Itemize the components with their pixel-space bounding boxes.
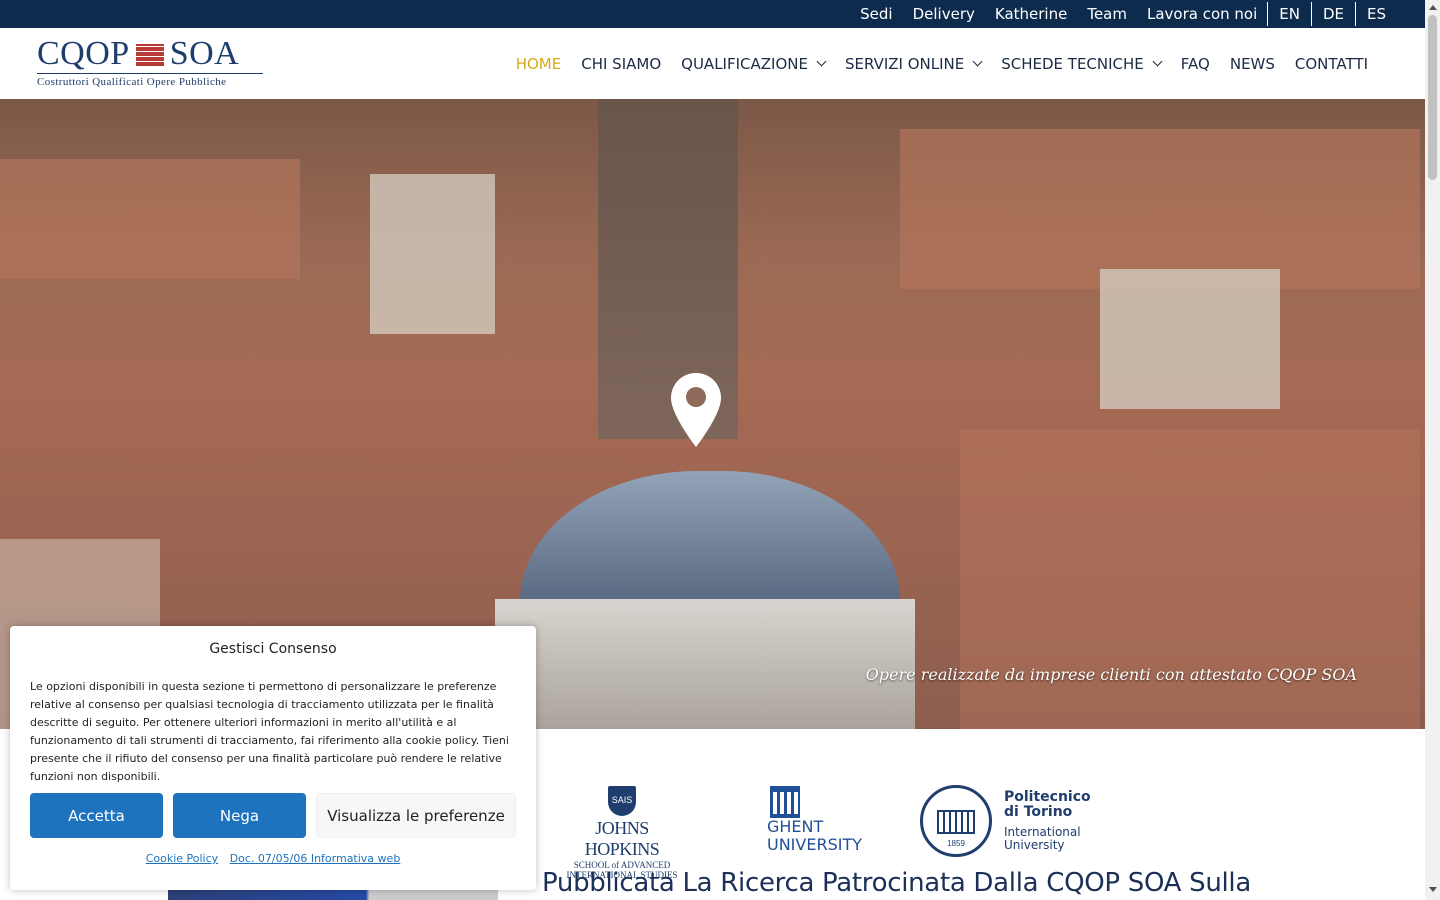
consent-title: Gestisci Consenso [209, 641, 337, 657]
top-link-lavora-con-noi[interactable]: Lavora con noi [1137, 2, 1267, 26]
nav-news[interactable]: NEWS [1220, 55, 1285, 73]
columns-icon [770, 786, 800, 818]
consent-text: Le opzioni disponibili in questa sezione… [30, 680, 509, 783]
deny-button[interactable]: Nega [173, 793, 306, 838]
building [370, 174, 495, 334]
rooftops [900, 129, 1420, 289]
nav-schede-tecniche[interactable]: SCHEDE TECNICHE [991, 55, 1171, 73]
partner-logos: SAIS JOHNS HOPKINS SCHOOL of ADVANCED IN… [545, 780, 1105, 880]
nav-news-label: NEWS [1229, 54, 1275, 73]
rooftops [960, 429, 1420, 729]
nav-qualificazione-label: QUALIFICAZIONE [681, 54, 808, 73]
politecnico-torino-logo[interactable]: 1859 Politecnico di Torino International… [920, 785, 1091, 857]
nav-home-label: HOME [515, 54, 562, 73]
nav-qualificazione[interactable]: QUALIFICAZIONE [671, 55, 835, 73]
scroll-down-arrow-icon[interactable] [1429, 887, 1437, 892]
nav-chi-siamo-label: CHI SIAMO [581, 54, 662, 73]
logo-divider [37, 73, 263, 74]
site-logo[interactable]: CQOP SOA Costruttori Qualificati Opere P… [37, 35, 265, 88]
news-headline[interactable]: Pubblicata La Ricerca Patrocinata Dalla … [542, 868, 1251, 898]
ghent-university-logo[interactable]: GHENT UNIVERSITY [767, 786, 862, 854]
polito-line-2: di Torino [1004, 804, 1073, 820]
chevron-down-icon [816, 56, 827, 67]
scroll-up-arrow-icon[interactable] [1429, 5, 1437, 10]
ghent-line-1: GHENT [767, 817, 824, 836]
top-links: Sedi Delivery Katherine Team Lavora con … [850, 0, 1397, 28]
privacy-doc-link[interactable]: Doc. 07/05/06 Informativa web [230, 852, 401, 865]
johns-hopkins-logo[interactable]: SAIS JOHNS HOPKINS SCHOOL of ADVANCED IN… [557, 786, 687, 880]
nav-contatti[interactable]: CONTATTI [1285, 55, 1378, 73]
map-pin-icon [671, 373, 721, 447]
ghent-line-2: UNIVERSITY [767, 835, 862, 854]
logo-cqop: CQOP [37, 35, 130, 72]
glass-dome [520, 471, 900, 611]
cookie-policy-link[interactable]: Cookie Policy [146, 852, 218, 865]
logo-wordmark: CQOP SOA [37, 35, 265, 72]
brick-wall-icon [135, 44, 164, 66]
polito-title: Politecnico di Torino [1004, 790, 1091, 820]
chevron-down-icon [1152, 56, 1163, 67]
polito-subtitle: International University [1004, 826, 1081, 852]
polito-seal-icon: 1859 [920, 785, 992, 857]
scrollbar-thumb[interactable] [1428, 15, 1437, 180]
sais-shield-icon: SAIS [608, 786, 636, 816]
logo-subtitle: Costruttori Qualificati Opere Pubbliche [37, 76, 227, 88]
logo-soa: SOA [169, 35, 240, 72]
jh-name: JOHNS HOPKINS [584, 818, 660, 859]
language-en[interactable]: EN [1267, 2, 1311, 26]
top-bar: Sedi Delivery Katherine Team Lavora con … [0, 0, 1425, 28]
nav-faq[interactable]: FAQ [1171, 55, 1220, 73]
nav-faq-label: FAQ [1180, 54, 1210, 73]
nav-servizi-online[interactable]: SERVIZI ONLINE [835, 55, 991, 73]
page-scrollbar[interactable] [1425, 0, 1440, 900]
cookie-consent-dialog: Gestisci Consenso Le opzioni disponibili… [10, 626, 536, 890]
nav-servizi-online-label: SERVIZI ONLINE [844, 54, 965, 73]
language-switcher: EN DE ES [1267, 2, 1397, 26]
hero-caption: Opere realizzate da imprese clienti con … [865, 665, 1357, 684]
main-nav: HOME CHI SIAMO QUALIFICAZIONE SERVIZI ON… [506, 28, 1378, 99]
language-de[interactable]: DE [1310, 2, 1355, 26]
top-link-sedi[interactable]: Sedi [850, 2, 902, 26]
polito-line-1: Politecnico [1004, 789, 1091, 805]
accept-button[interactable]: Accetta [30, 793, 163, 838]
language-es[interactable]: ES [1355, 2, 1397, 26]
view-preferences-button[interactable]: Visualizza le preferenze [316, 793, 516, 838]
top-link-katherine[interactable]: Katherine [985, 2, 1077, 26]
nav-home[interactable]: HOME [506, 55, 572, 73]
top-link-delivery[interactable]: Delivery [903, 2, 985, 26]
nav-contatti-label: CONTATTI [1294, 54, 1368, 73]
site-header: CQOP SOA Costruttori Qualificati Opere P… [0, 28, 1425, 99]
polito-line-4: University [1004, 838, 1065, 852]
chevron-down-icon [972, 56, 983, 67]
top-link-team[interactable]: Team [1077, 2, 1137, 26]
nav-schede-tecniche-label: SCHEDE TECNICHE [1001, 54, 1144, 73]
building [1100, 269, 1280, 409]
palazzo-facade [495, 599, 915, 729]
rooftops [0, 159, 300, 279]
nav-chi-siamo[interactable]: CHI SIAMO [571, 55, 671, 73]
consent-links: Cookie Policy Doc. 07/05/06 Informativa … [10, 852, 536, 865]
